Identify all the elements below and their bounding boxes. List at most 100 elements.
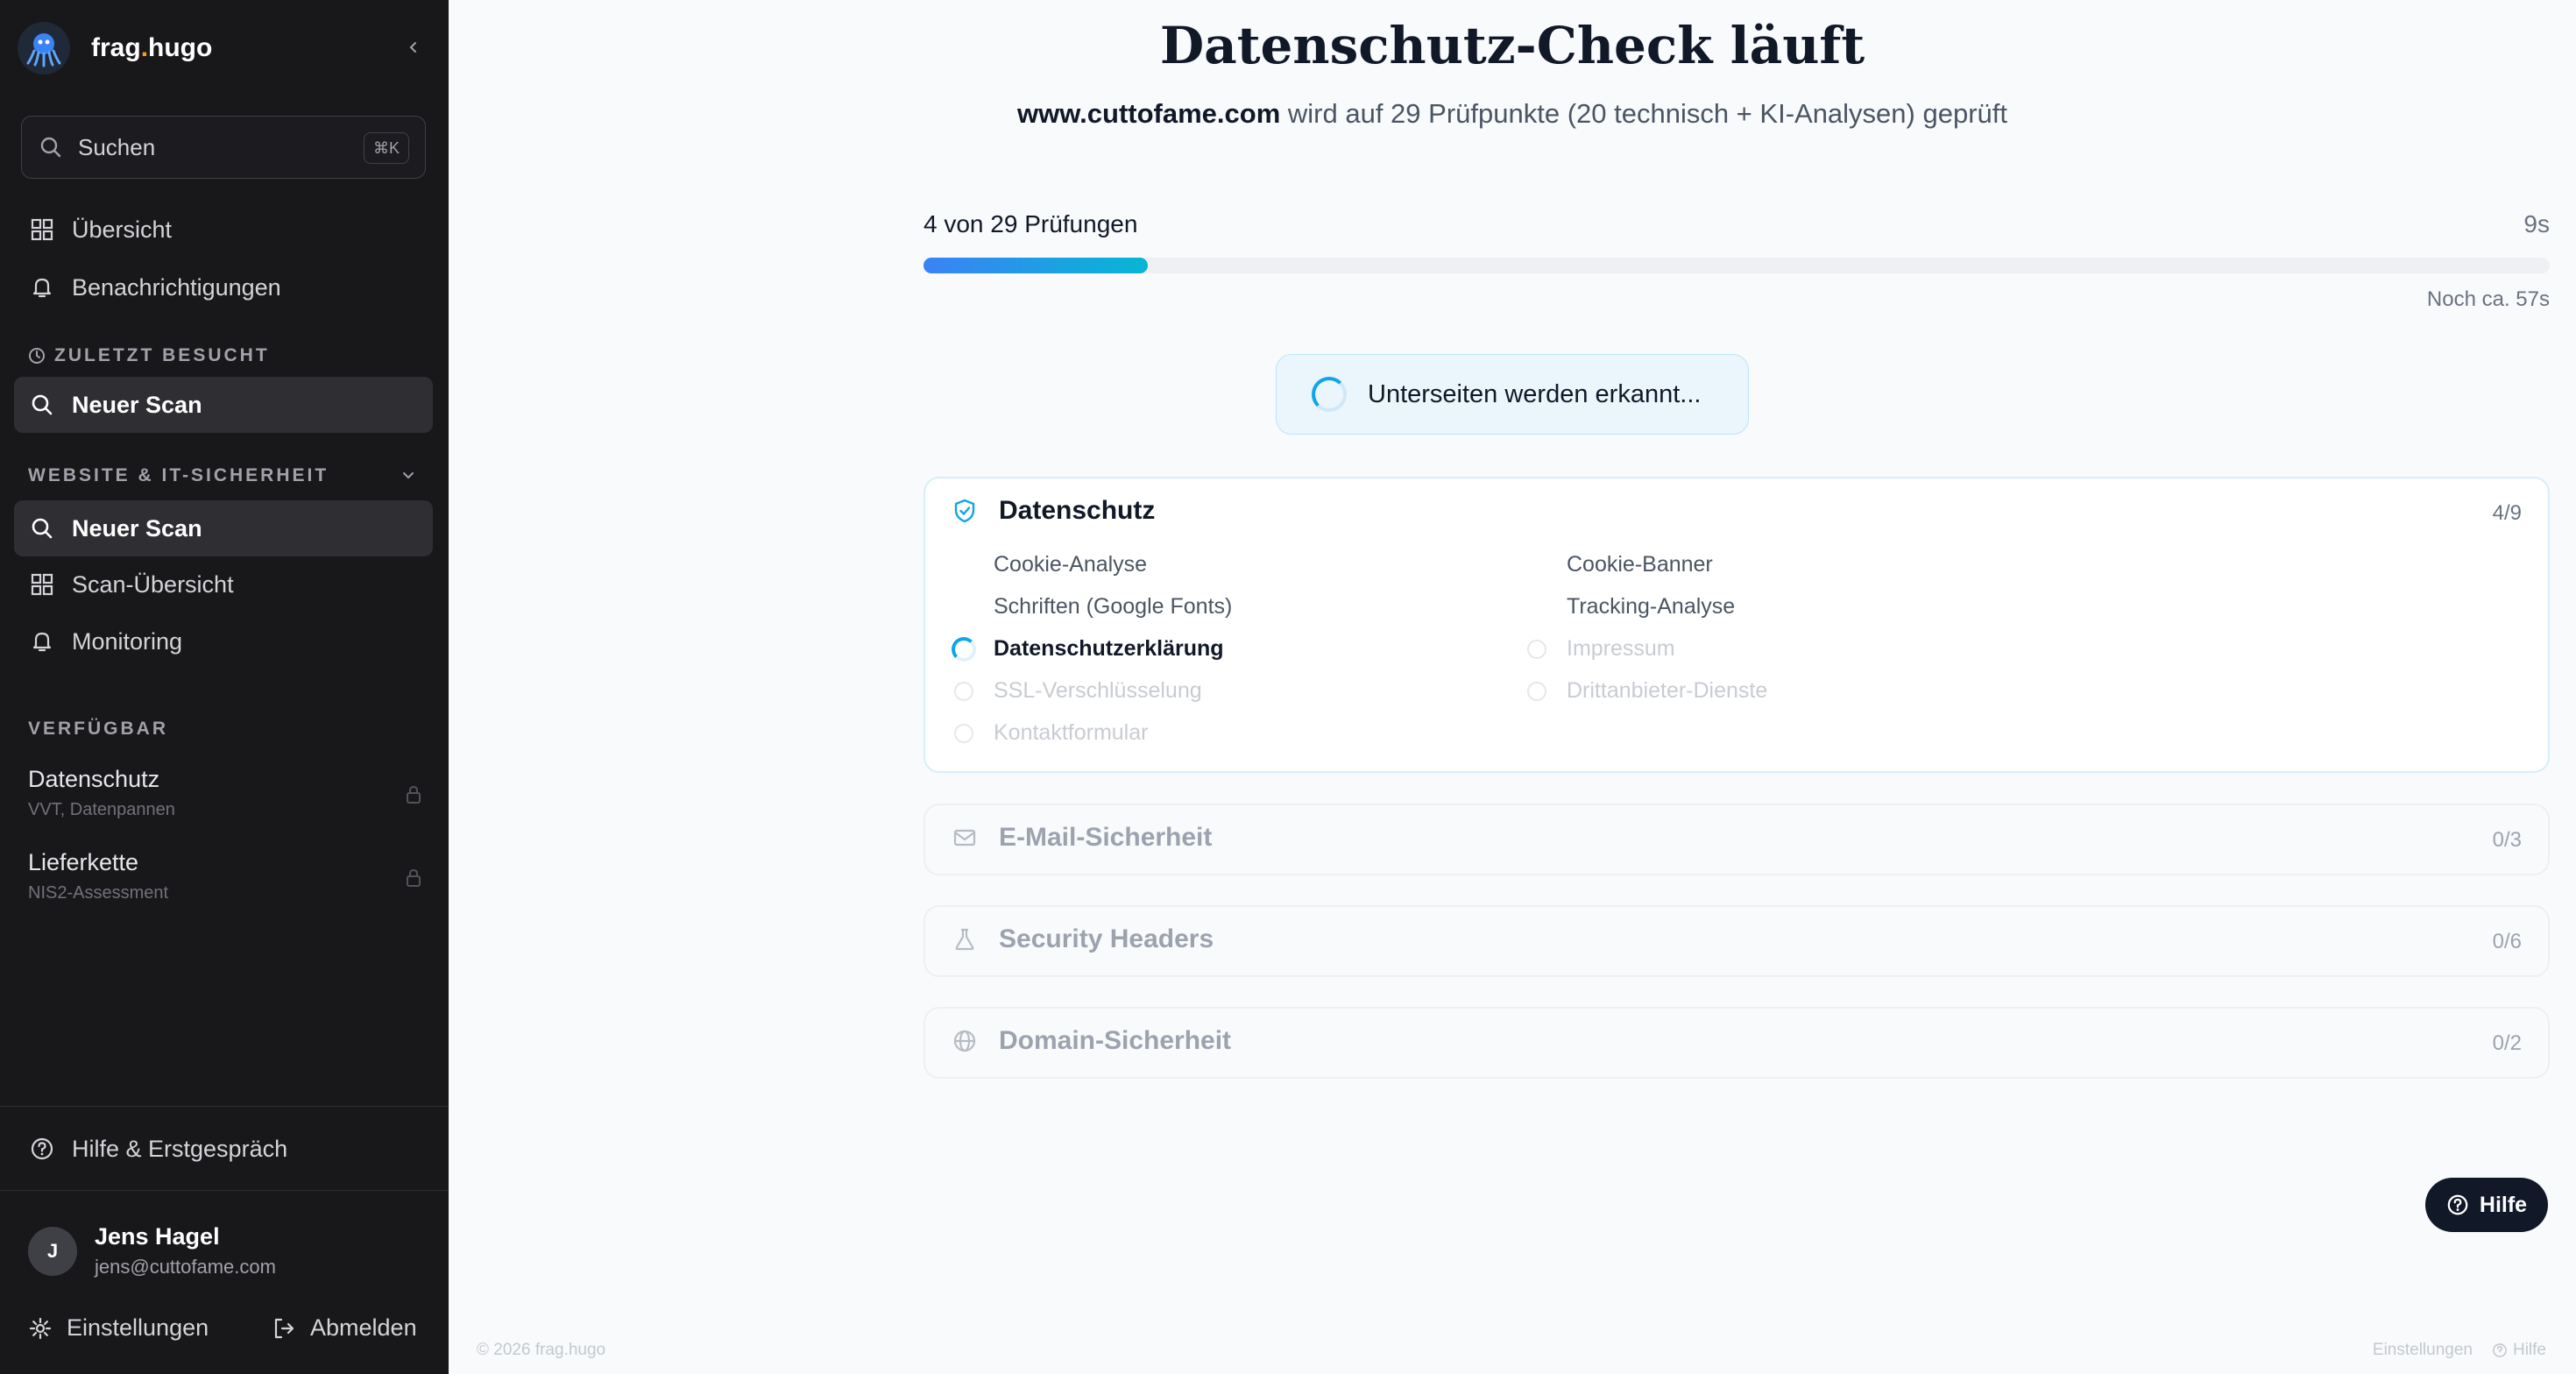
section-title: Domain-Sicherheit <box>999 1026 1232 1055</box>
check-item-pending: Drittanbieter-Dienste <box>1525 678 1767 704</box>
section-count: 4/9 <box>2492 501 2522 525</box>
available-item-subtitle: VVT, Datenpannen <box>28 800 175 819</box>
help-link-label: Hilfe & Erstgespräch <box>72 1135 288 1162</box>
available-item-title: Lieferkette <box>28 849 139 875</box>
section-count: 0/6 <box>2492 930 2522 953</box>
spinner-icon <box>952 636 976 662</box>
sidebar-item-neuer-scan[interactable]: Neuer Scan <box>14 500 433 556</box>
settings-label: Einstellungen <box>67 1314 209 1341</box>
search-icon <box>40 137 61 158</box>
gear-icon <box>29 1317 52 1339</box>
search-shortcut: ⌘K <box>363 132 409 164</box>
sidebar-item-benachrichtigungen[interactable]: Benachrichtigungen <box>14 259 433 315</box>
status-indicator: Unterseiten werden erkannt... <box>1276 354 1749 435</box>
sidebar-item-label: Übersicht <box>72 216 173 243</box>
available-item-datenschutz[interactable]: Datenschutz VVT, Datenpannen <box>28 766 422 820</box>
chevron-down-icon[interactable] <box>400 466 417 484</box>
section-title: E-Mail-Sicherheit <box>999 823 1213 852</box>
settings-button[interactable]: Einstellungen <box>28 1314 209 1342</box>
available-item-subtitle: NIS2-Assessment <box>28 883 169 903</box>
section-count: 0/2 <box>2492 1031 2522 1055</box>
section-count: 0/3 <box>2492 828 2522 852</box>
section-title: Datenschutz <box>999 496 1156 525</box>
footer-help-link[interactable]: Hilfe <box>2513 1341 2546 1360</box>
user-email: jens@cuttofame.com <box>95 1256 276 1278</box>
progress-bar <box>924 258 2550 273</box>
pending-circle-icon <box>954 681 973 701</box>
grid-icon <box>28 570 56 598</box>
section-available-heading: VERFÜGBAR <box>28 719 169 739</box>
help-button-label: Hilfe <box>2479 1192 2528 1217</box>
bell-icon <box>28 627 56 655</box>
available-item-lieferkette[interactable]: Lieferkette NIS2-Assessment <box>28 849 422 903</box>
pending-circle-icon <box>1527 681 1546 701</box>
help-circle-icon <box>2493 1343 2507 1357</box>
spinner-icon <box>1312 377 1347 412</box>
page-subtitle: www.cuttofame.com wird auf 29 Prüfpunkte… <box>1016 98 2007 129</box>
check-item-running: Datenschutzerklärung <box>952 636 1224 662</box>
progress-bar-fill <box>924 258 1149 273</box>
section-recent-heading: ZULETZT BESUCHT <box>28 345 270 366</box>
footer-settings-link[interactable]: Einstellungen <box>2373 1341 2473 1360</box>
user-profile[interactable]: J Jens Hagel jens@cuttofame.com <box>28 1223 276 1278</box>
search-input[interactable]: Suchen ⌘K <box>21 116 426 179</box>
sidebar-item-label: Neuer Scan <box>72 514 202 542</box>
sidebar: frag.hugo Suchen ⌘K Übersicht Benachrich… <box>0 0 449 1374</box>
sidebar-item-recent-neuer-scan[interactable]: Neuer Scan <box>14 377 433 433</box>
chevron-left-icon <box>409 42 416 53</box>
sidebar-item-monitoring[interactable]: Monitoring <box>14 613 433 669</box>
progress-label: 4 von 29 Prüfungen <box>924 210 1138 237</box>
sidebar-item-label: Benachrichtigungen <box>72 273 281 301</box>
divider <box>0 1190 449 1191</box>
user-name: Jens Hagel <box>95 1223 220 1250</box>
section-card-domain[interactable]: Domain-Sicherheit 0/2 <box>924 1007 2550 1079</box>
lock-icon <box>407 785 421 804</box>
check-item: Cookie-Analyse <box>994 552 1148 577</box>
sidebar-item-label: Neuer Scan <box>72 391 202 418</box>
section-card-datenschutz: Datenschutz 4/9 Cookie-Analyse Cookie-Ba… <box>924 477 2550 773</box>
help-circle-icon <box>2447 1194 2468 1215</box>
section-website-security-heading[interactable]: WEBSITE & IT-SICHERHEIT <box>28 465 329 486</box>
avatar: J <box>28 1226 77 1276</box>
grid-icon <box>28 216 56 244</box>
progress-remaining: Noch ca. 57s <box>2426 287 2550 311</box>
pending-circle-icon <box>954 723 973 743</box>
section-card-email[interactable]: E-Mail-Sicherheit 0/3 <box>924 804 2550 875</box>
page-title: Datenschutz-Check läuft <box>1159 16 1865 75</box>
help-link[interactable]: Hilfe & Erstgespräch <box>14 1121 433 1177</box>
check-item: Schriften (Google Fonts) <box>994 594 1233 619</box>
main-content: Datenschutz-Check läuft www.cuttofame.co… <box>449 0 2576 1374</box>
collapse-sidebar-button[interactable] <box>401 35 426 60</box>
divider <box>0 1106 449 1107</box>
check-item-pending: Kontaktformular <box>952 720 1148 746</box>
pending-circle-icon <box>1527 639 1546 659</box>
search-icon <box>28 391 56 419</box>
logout-button[interactable]: Abmelden <box>272 1314 417 1342</box>
sidebar-item-label: Scan-Übersicht <box>72 570 234 598</box>
help-button[interactable]: Hilfe <box>2425 1178 2548 1232</box>
footer-copyright: © 2026 frag.hugo <box>477 1341 606 1359</box>
sidebar-item-label: Monitoring <box>72 627 183 655</box>
flask-icon <box>955 928 974 951</box>
mail-icon <box>953 829 976 846</box>
sidebar-item-scan-uebersicht[interactable]: Scan-Übersicht <box>14 556 433 613</box>
check-item-pending: SSL-Verschlüsselung <box>952 678 1202 704</box>
status-text: Unterseiten werden erkannt... <box>1368 379 1702 408</box>
check-item: Tracking-Analyse <box>1567 594 1736 619</box>
brand[interactable]: frag.hugo <box>18 21 212 75</box>
shield-check-icon <box>954 499 975 523</box>
scanned-domain: www.cuttofame.com <box>1016 98 1281 129</box>
globe-icon <box>953 1030 976 1052</box>
search-icon <box>28 514 56 542</box>
footer-links: Einstellungen Hilfe <box>2373 1341 2546 1360</box>
logout-label: Abmelden <box>310 1314 417 1341</box>
section-card-security-headers[interactable]: Security Headers 0/6 <box>924 905 2550 977</box>
bell-icon <box>28 273 56 301</box>
sidebar-item-uebersicht[interactable]: Übersicht <box>14 202 433 258</box>
progress-elapsed: 9s <box>2523 210 2550 237</box>
lock-icon <box>407 868 421 887</box>
available-item-title: Datenschutz <box>28 766 160 792</box>
check-item-pending: Impressum <box>1525 636 1675 662</box>
brand-name: frag.hugo <box>91 33 213 62</box>
logout-icon <box>274 1318 294 1338</box>
